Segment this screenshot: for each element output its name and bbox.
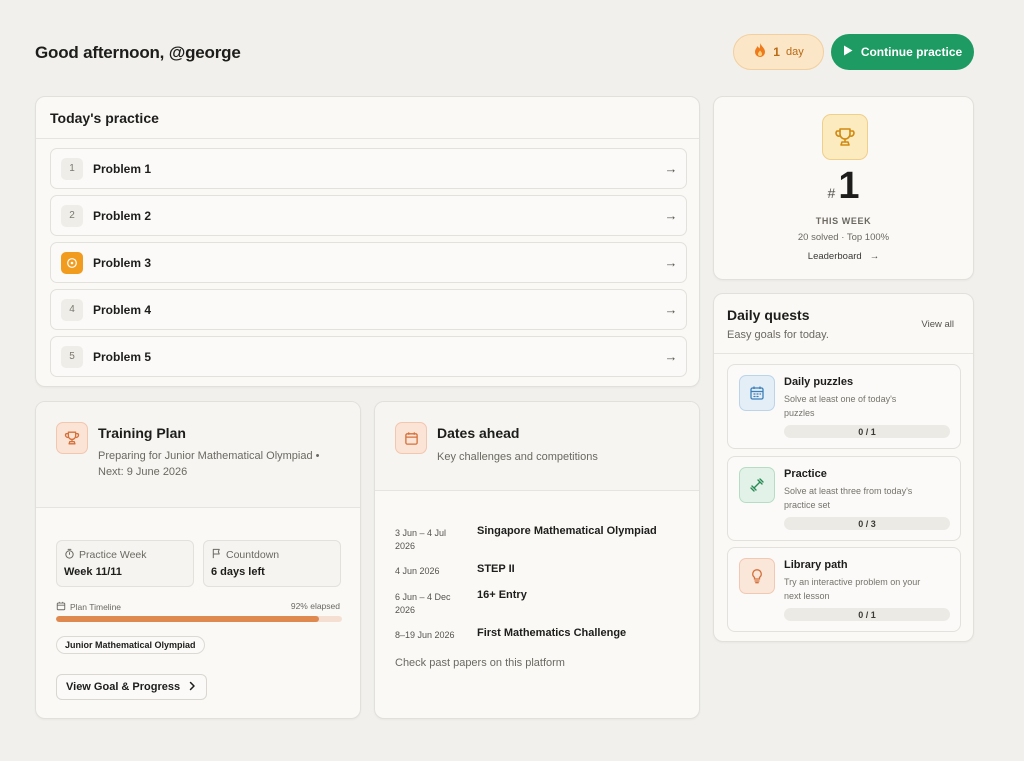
todays-practice-card: Today's practice 1 Problem 1 → 2 Problem… (35, 96, 700, 387)
arrow-right-icon: → (664, 302, 678, 317)
lightbulb-icon (739, 558, 775, 594)
calendar-icon (739, 375, 775, 411)
countdown-label: Countdown (226, 549, 280, 561)
training-plan-title: Training Plan (98, 425, 186, 441)
quest-description: Try an interactive problem on your next … (784, 577, 921, 601)
arrow-right-icon: → (869, 251, 880, 262)
goal-chip: Junior Mathematical Olympiad (56, 636, 205, 654)
quest-progress: 0 / 3 (784, 517, 950, 530)
training-plan-card: Training Plan Preparing for Junior Mathe… (35, 401, 361, 719)
countdown-value: 6 days left (211, 566, 265, 578)
rank-hash: # (827, 185, 836, 201)
chevron-right-icon (188, 681, 196, 694)
event-name[interactable]: STEP II (477, 563, 515, 575)
dates-ahead-subtitle: Key challenges and competitions (437, 451, 598, 463)
dumbbell-icon (739, 467, 775, 503)
todays-practice-title: Today's practice (36, 97, 699, 139)
plan-timeline-row: Plan Timeline 92% elapsed (56, 601, 340, 613)
play-icon (843, 45, 853, 59)
event-name[interactable]: First Mathematics Challenge (477, 627, 626, 639)
practice-week-value: Week 11/11 (64, 566, 122, 578)
event-date: 3 Jun – 4 Jul 2026 (395, 528, 447, 551)
quest-title: Library path (784, 559, 848, 571)
problem-label: Problem 5 (93, 349, 152, 364)
daily-quests-card: Daily quests Easy goals for today. View … (713, 293, 974, 642)
problem-row-2[interactable]: 2 Problem 2 → (50, 195, 687, 236)
event-date: 6 Jun – 4 Dec 2026 (395, 592, 451, 615)
elapsed-label: 92% elapsed (290, 601, 340, 611)
practice-week-label: Practice Week (79, 549, 147, 561)
problem-index: 2 (61, 204, 83, 227)
practice-week-tile: Practice Week Week 11/11 (56, 540, 194, 587)
past-papers-link[interactable]: Check past papers on this platform (395, 657, 565, 669)
problem-index: 5 (61, 345, 83, 368)
daily-quests-subtitle: Easy goals for today. (727, 329, 829, 341)
rank-number: # 1 (714, 167, 973, 205)
quest-description: Solve at least one of today's puzzles (784, 394, 897, 418)
quest-daily-puzzles[interactable]: Daily puzzles Solve at least one of toda… (727, 364, 961, 449)
problem-row-1[interactable]: 1 Problem 1 → (50, 148, 687, 189)
quest-title: Daily puzzles (784, 376, 854, 388)
in-progress-icon (61, 251, 83, 274)
problem-row-4[interactable]: 4 Problem 4 → (50, 289, 687, 330)
calendar-icon (56, 601, 66, 613)
problem-label: Problem 2 (93, 208, 152, 223)
flame-icon (753, 42, 767, 63)
problem-index: 1 (61, 157, 83, 180)
rank-period: THIS WEEK (815, 216, 872, 226)
training-plan-header: Training Plan Preparing for Junior Mathe… (36, 402, 360, 508)
leaderboard-label: Leaderboard (807, 251, 862, 262)
problem-label: Problem 4 (93, 302, 152, 317)
quest-progress: 0 / 1 (784, 425, 950, 438)
view-goal-progress-button[interactable]: View Goal & Progress (56, 674, 207, 700)
problem-row-5[interactable]: 5 Problem 5 → (50, 336, 687, 377)
quest-description: Solve at least three from today's practi… (784, 486, 913, 510)
countdown-tile: Countdown 6 days left (203, 540, 341, 587)
arrow-right-icon: → (664, 208, 678, 223)
continue-practice-button[interactable]: Continue practice (831, 34, 974, 70)
quest-title: Practice (784, 468, 827, 480)
dates-ahead-title: Dates ahead (437, 425, 520, 441)
problem-row-3[interactable]: Problem 3 → (50, 242, 687, 283)
problem-index: 4 (61, 298, 83, 321)
view-all-link[interactable]: View all (921, 319, 954, 330)
daily-quests-header: Daily quests Easy goals for today. View … (714, 294, 973, 354)
flag-icon (211, 548, 222, 562)
arrow-right-icon: → (664, 161, 678, 176)
problem-label: Problem 1 (93, 161, 152, 176)
problem-label: Problem 3 (93, 255, 152, 270)
event-date: 8–19 Jun 2026 (395, 630, 455, 640)
streak-badge[interactable]: 1 day (733, 34, 824, 70)
event-date: 4 Jun 2026 (395, 566, 440, 576)
trophy-icon (822, 114, 868, 160)
plan-timeline-label: Plan Timeline (70, 602, 122, 612)
event-name[interactable]: 16+ Entry (477, 589, 527, 601)
plan-progress-track (56, 616, 342, 622)
weekly-rank-card: # 1 THIS WEEK 20 solved · Top 100% Leade… (713, 96, 974, 280)
leaderboard-link[interactable]: Leaderboard → (714, 251, 973, 262)
quest-progress: 0 / 1 (784, 608, 950, 621)
training-plan-subtitle: Preparing for Junior Mathematical Olympi… (98, 450, 320, 478)
dates-ahead-card: Dates ahead Key challenges and competiti… (374, 401, 700, 719)
arrow-right-icon: → (664, 255, 678, 270)
trophy-icon (56, 422, 88, 454)
continue-practice-label: Continue practice (860, 45, 963, 59)
stopwatch-icon (64, 548, 75, 562)
quest-library-path[interactable]: Library path Try an interactive problem … (727, 547, 961, 632)
rank-value: 1 (838, 165, 860, 207)
page-greeting: Good afternoon, @george (35, 43, 241, 62)
quest-practice[interactable]: Practice Solve at least three from today… (727, 456, 961, 541)
calendar-icon (395, 422, 427, 454)
streak-count: 1 (773, 45, 780, 59)
view-goal-progress-label: View Goal & Progress (66, 681, 181, 693)
event-name[interactable]: Singapore Mathematical Olympiad (477, 525, 657, 537)
dates-ahead-header: Dates ahead Key challenges and competiti… (375, 402, 699, 491)
rank-stats: 20 solved · Top 100% (797, 232, 890, 243)
streak-unit: day (785, 46, 804, 58)
plan-progress-fill (56, 616, 320, 622)
arrow-right-icon: → (664, 349, 678, 364)
